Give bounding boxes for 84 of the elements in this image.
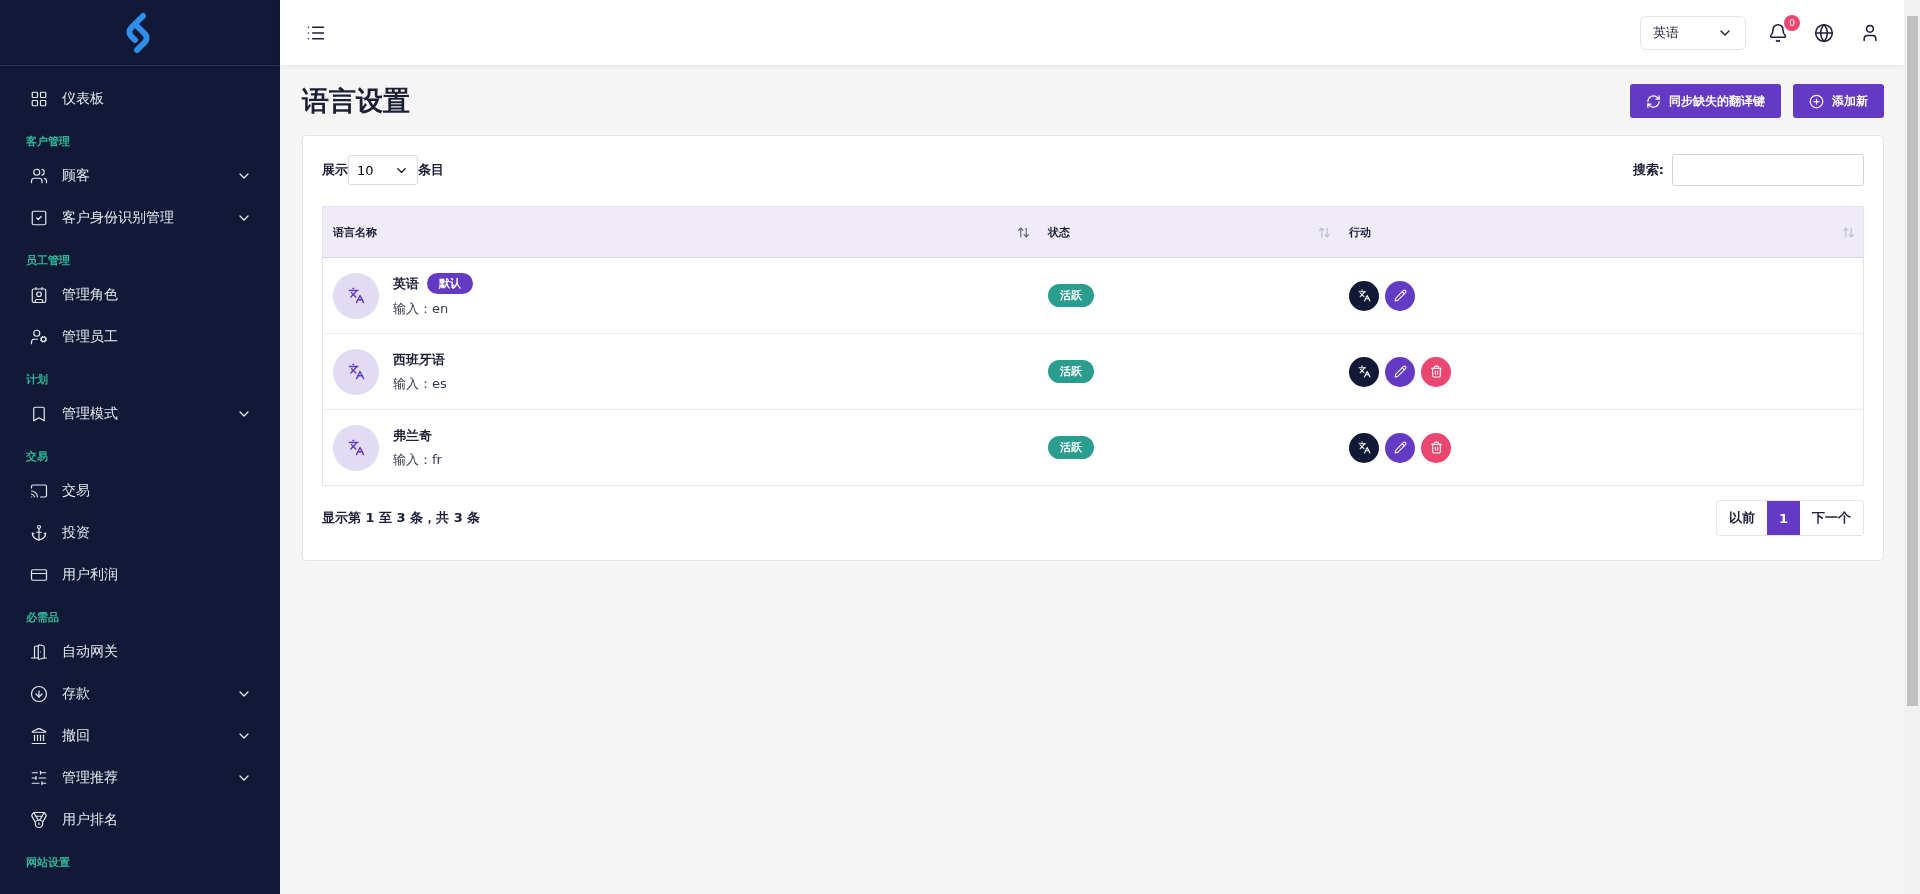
medal-icon — [30, 811, 48, 829]
sidebar-section-title: 计划 — [26, 372, 49, 387]
sidebar-item[interactable]: 撤回 — [0, 715, 280, 757]
sidebar-item[interactable]: 用户利润 — [0, 554, 280, 596]
search-field[interactable] — [1672, 154, 1864, 186]
column-header[interactable]: 语言名称 — [323, 207, 1038, 258]
pencil-icon — [1393, 441, 1407, 454]
scrollbar[interactable] — [1904, 0, 1920, 894]
sidebar-section-title: 交易 — [26, 449, 49, 464]
default-badge: 默认 — [427, 273, 473, 294]
sidebar-item[interactable]: 管理推荐 — [0, 757, 280, 799]
translate-icon — [1357, 289, 1371, 302]
edit-button[interactable] — [1385, 432, 1415, 463]
status-badge: 活跃 — [1048, 284, 1094, 307]
sidebar-section-title: 网站设置 — [26, 855, 71, 870]
trash-icon — [1429, 365, 1443, 378]
grid-icon — [30, 90, 48, 108]
edit-button[interactable] — [1385, 356, 1415, 387]
sidebar-item[interactable]: 客户身份识别管理 — [0, 197, 280, 239]
refresh-icon — [1646, 93, 1661, 109]
translate-icon — [1357, 365, 1371, 378]
entries-label: 条目 — [418, 161, 444, 179]
status-badge: 活跃 — [1048, 360, 1094, 383]
translate-button[interactable] — [1349, 280, 1379, 311]
translate-button[interactable] — [1349, 432, 1379, 463]
translate-icon — [1357, 441, 1371, 454]
sidebar-item[interactable]: 顾客 — [0, 155, 280, 197]
user-gear-icon — [30, 328, 48, 346]
sidebar-section-title: 客户管理 — [26, 134, 71, 149]
door-icon — [30, 643, 48, 661]
sidebar-item[interactable]: 存款 — [0, 673, 280, 715]
delete-button[interactable] — [1421, 356, 1451, 387]
language-name: 西班牙语 — [393, 350, 445, 369]
sidebar-item[interactable]: 交易 — [0, 470, 280, 512]
language-code: 输入：es — [393, 374, 447, 393]
user-icon — [1860, 22, 1880, 43]
down-arrow-circle-icon — [30, 685, 48, 703]
status-badge: 活跃 — [1048, 436, 1094, 459]
column-header[interactable]: 状态 — [1038, 207, 1339, 258]
action-button[interactable]: 添加新 — [1793, 84, 1884, 118]
sidebar-item[interactable]: 投资 — [0, 512, 280, 554]
checkbox-icon — [30, 209, 48, 227]
card-icon — [30, 566, 48, 584]
anchor-icon — [30, 524, 48, 542]
sidebar-item[interactable]: 用户排名 — [0, 799, 280, 841]
sidebar-item[interactable]: 管理员工 — [0, 316, 280, 358]
translate-icon — [347, 287, 365, 304]
column-header[interactable]: 行动 — [1339, 207, 1863, 258]
language-name: 英语 — [393, 274, 419, 293]
page-size-select[interactable]: 10 — [348, 155, 418, 185]
bell-icon — [1768, 22, 1788, 43]
bookmark-icon — [30, 405, 48, 423]
sidebar-item[interactable]: 自动网关 — [0, 631, 280, 673]
translate-icon — [347, 363, 365, 380]
notification-count: 0 — [1784, 14, 1800, 31]
sidebar-section-title: 必需品 — [26, 610, 60, 625]
pencil-icon — [1393, 365, 1407, 378]
users-icon — [30, 167, 48, 185]
sidebar-section-title: 员工管理 — [26, 253, 71, 268]
action-button[interactable]: 同步缺失的翻译键 — [1630, 84, 1781, 118]
globe-icon — [1814, 22, 1834, 43]
table-info: 显示第 1 至 3 条，共 3 条 — [322, 509, 481, 527]
edit-button[interactable] — [1385, 280, 1415, 311]
pencil-icon — [1393, 289, 1407, 302]
language-name: 弗兰奇 — [393, 426, 432, 445]
sidebar-item[interactable]: 管理角色 — [0, 274, 280, 316]
trash-icon — [1429, 441, 1443, 454]
sliders-icon — [30, 769, 48, 787]
translate-icon — [347, 439, 365, 456]
language-code: 输入：fr — [393, 450, 442, 469]
plus-circle-icon — [1809, 93, 1824, 109]
translate-button[interactable] — [1349, 356, 1379, 387]
pagination-button[interactable]: 1 — [1766, 501, 1800, 535]
sidebar-item[interactable]: 管理模式 — [0, 393, 280, 435]
page-title: 语言设置 — [302, 84, 411, 118]
show-label: 展示 — [322, 161, 348, 179]
delete-button[interactable] — [1421, 432, 1451, 463]
cast-icon — [30, 482, 48, 500]
language-select[interactable]: 英语 — [1640, 15, 1746, 50]
sidebar-item[interactable]: 仪表板 — [0, 78, 280, 120]
id-card-icon — [30, 286, 48, 304]
search-label: 搜索: — [1632, 161, 1664, 179]
language-code: 输入：en — [393, 300, 450, 318]
bank-icon — [30, 727, 48, 745]
